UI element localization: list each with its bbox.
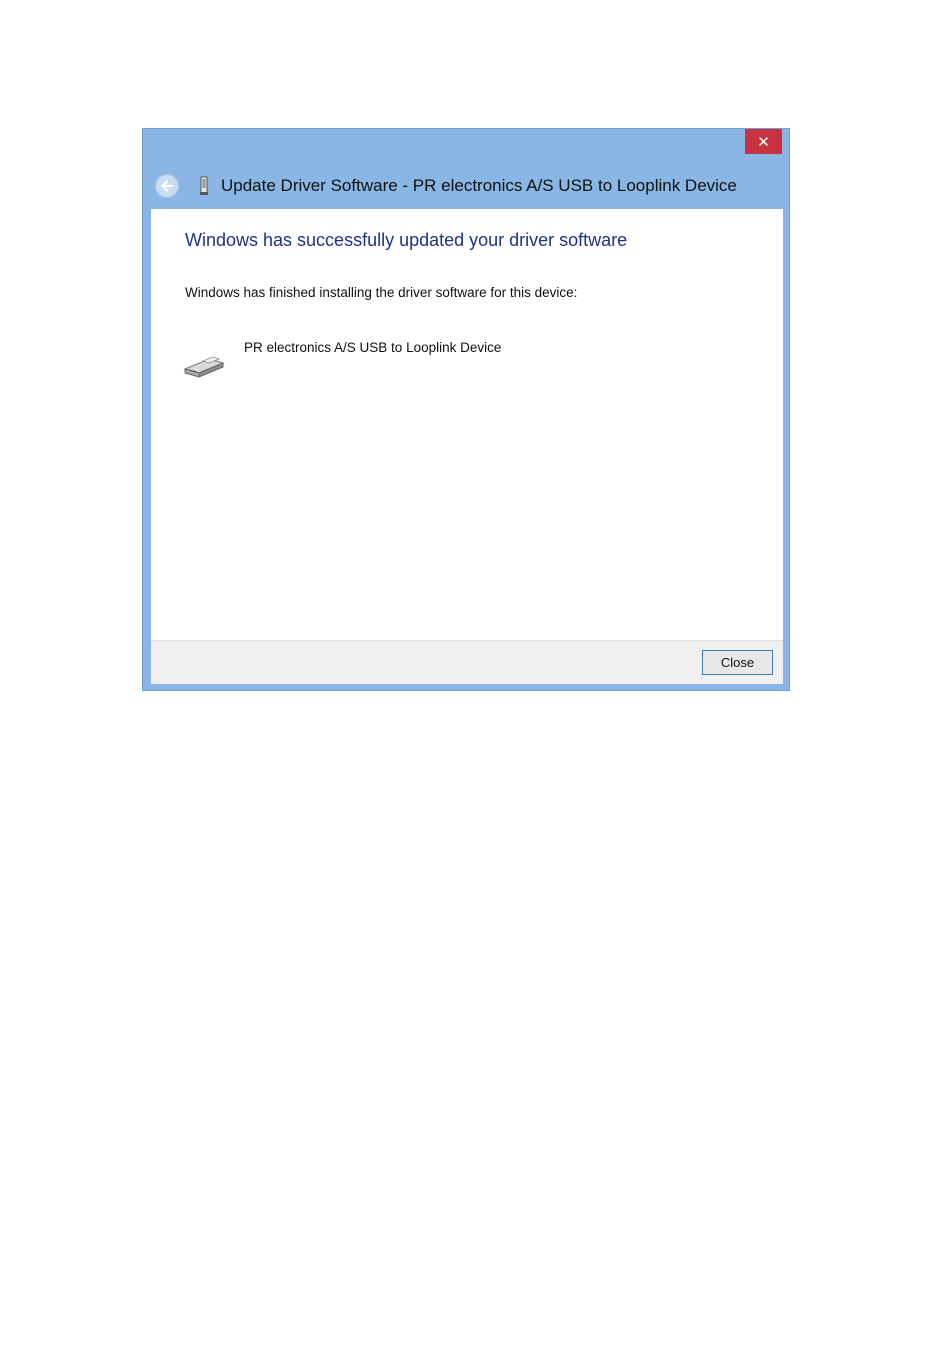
success-heading: Windows has successfully updated your dr… bbox=[185, 230, 628, 250]
title-row: Update Driver Software - PR electronics … bbox=[155, 173, 742, 199]
close-icon: ✕ bbox=[757, 132, 770, 151]
info-text: Windows has finished installing the driv… bbox=[185, 285, 578, 300]
back-button[interactable] bbox=[155, 174, 179, 198]
window-close-button[interactable]: ✕ bbox=[745, 129, 782, 154]
update-driver-dialog: ✕ Update Driver Software - PR electronic… bbox=[142, 128, 790, 691]
window-title: Update Driver Software - PR electronics … bbox=[221, 176, 742, 195]
device-small-icon bbox=[200, 176, 208, 195]
usb-serial-device-icon bbox=[183, 356, 225, 378]
back-arrow-icon bbox=[161, 180, 173, 192]
close-button[interactable]: Close bbox=[702, 650, 773, 675]
content-panel: Windows has successfully updated your dr… bbox=[151, 209, 783, 640]
dialog-footer: Close bbox=[151, 640, 783, 684]
device-name: PR electronics A/S USB to Looplink Devic… bbox=[244, 340, 502, 355]
